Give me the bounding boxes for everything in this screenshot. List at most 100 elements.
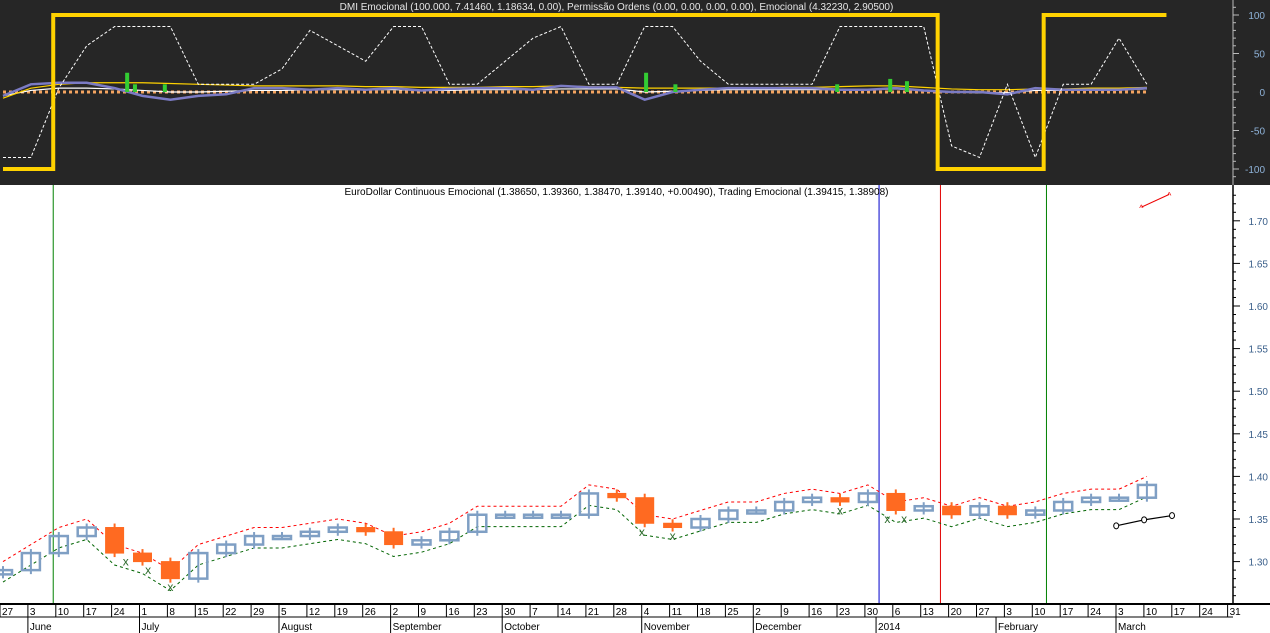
candle-body: [886, 492, 906, 511]
sell-x-marker: x: [884, 512, 890, 526]
sell-x-marker: x: [123, 555, 129, 569]
date-tick-label: 31: [1230, 607, 1242, 618]
date-axis: 27 3 10 17 24 1 8 15 22 29 5 12 19 26 2 9 16 23 30 7 14 21 28 4…: [0, 603, 1270, 633]
price-y-tick-label: 1.45: [1249, 430, 1269, 441]
date-tick-label: 13: [923, 607, 935, 618]
date-tick-label: 20: [951, 607, 963, 618]
date-tick-label: 9: [783, 607, 789, 618]
date-tick-label: 18: [700, 607, 712, 618]
price-y-tick-label: 1.40: [1249, 472, 1269, 483]
trading-circle-marker: [1169, 512, 1176, 520]
y-tick-label: 0: [1259, 88, 1265, 99]
date-tick-label: 27: [979, 607, 991, 618]
candle-body: [942, 505, 962, 516]
month-label: March: [1118, 622, 1146, 633]
date-tick-label: 9: [421, 607, 427, 618]
trading-circle-marker: [1113, 522, 1120, 530]
candle-body: [105, 527, 125, 554]
trading-arrow-marker: ^: [1139, 203, 1144, 213]
month-label: July: [142, 622, 160, 633]
candle-body: [663, 522, 683, 529]
signal-bar: [835, 84, 840, 92]
candle-body: [0, 568, 14, 576]
date-tick-label: 7: [532, 607, 538, 618]
date-tick-label: 27: [2, 607, 14, 618]
candle-body: [607, 492, 627, 499]
price-y-tick-label: 1.30: [1249, 558, 1269, 569]
date-tick-label: 10: [58, 607, 70, 618]
y-tick-label: -100: [1245, 165, 1265, 176]
signal-bar: [644, 72, 649, 92]
price-y-tick-label: 1.70: [1249, 217, 1269, 228]
sell-x-marker: x: [145, 563, 151, 577]
date-tick-label: 4: [644, 607, 650, 618]
date-tick-label: 17: [1062, 607, 1074, 618]
date-tick-label: 17: [1174, 607, 1186, 618]
price-y-tick-label: 1.50: [1249, 387, 1269, 398]
candle-body: [356, 527, 376, 533]
date-tick-label: 6: [895, 607, 901, 618]
candle-body: [830, 497, 850, 503]
date-tick-label: 24: [1202, 607, 1214, 618]
indicator-title: DMI Emocional (100.000, 7.41460, 1.18634…: [339, 2, 894, 13]
date-tick-label: 19: [337, 607, 349, 618]
sell-x-marker: x: [639, 525, 645, 539]
signal-bar: [125, 72, 130, 92]
date-tick-label: 16: [811, 607, 823, 618]
date-tick-label: 3: [30, 607, 36, 618]
trading-circle-marker: [1141, 516, 1148, 524]
indicator-panel: 100 50 0 -50 -100 DMI Emocional (100.000, 7.…: [0, 0, 1270, 185]
month-label: December: [755, 622, 802, 633]
price-panel: 1.70 1.65 1.60 1.55 1.50 1.45 1.40 1.35 1.30 x x x x…: [0, 185, 1270, 603]
date-tick-label: 3: [1118, 607, 1124, 618]
month-label: August: [281, 622, 312, 633]
month-label: February: [998, 622, 1038, 633]
date-tick-label: 21: [588, 607, 600, 618]
date-tick-label: 17: [86, 607, 98, 618]
date-tick-label: 11: [672, 607, 683, 618]
price-y-tick-label: 1.55: [1249, 345, 1269, 356]
candle-body: [635, 497, 655, 524]
date-tick-label: 24: [114, 607, 126, 618]
candle-body: [384, 531, 404, 546]
indicator-plot: 100 50 0 -50 -100: [2, 0, 1266, 185]
date-tick-label: 25: [727, 607, 739, 618]
date-tick-label: 26: [365, 607, 377, 618]
signal-bar: [162, 84, 167, 92]
date-axis-svg: 27 3 10 17 24 1 8 15 22 29 5 12 19 26 2 9 16 23 30 7 14 21 28 4…: [0, 605, 1242, 633]
date-tick-label: 22: [225, 607, 237, 618]
date-tick-label: 30: [867, 607, 879, 618]
sell-x-marker: x: [167, 580, 173, 594]
date-tick-label: 2: [755, 607, 761, 618]
month-label: June: [30, 622, 52, 633]
date-tick-label: 30: [504, 607, 516, 618]
price-title: EuroDollar Continuous Emocional (1.38650…: [344, 187, 889, 198]
price-plot: 1.70 1.65 1.60 1.55 1.50 1.45 1.40 1.35 1.30 x x x x…: [0, 185, 1269, 603]
y-tick-label: -50: [1251, 127, 1266, 138]
month-label: October: [504, 622, 540, 633]
price-y-tick-label: 1.65: [1249, 259, 1269, 270]
date-tick-label: 5: [281, 607, 287, 618]
date-tick-label: 10: [1146, 607, 1158, 618]
date-tick-label: 10: [1034, 607, 1046, 618]
date-tick-label: 15: [197, 607, 209, 618]
date-tick-label: 2: [393, 607, 399, 618]
date-tick-label: 16: [448, 607, 460, 618]
signal-bar: [132, 84, 137, 92]
price-y-tick-label: 1.60: [1249, 302, 1269, 313]
date-tick-label: 24: [1090, 607, 1102, 618]
month-label: September: [393, 622, 443, 633]
month-label: 2014: [878, 622, 901, 633]
date-tick-label: 8: [169, 607, 175, 618]
signal-bar: [888, 78, 893, 92]
date-tick-label: 23: [839, 607, 851, 618]
date-tick-label: 12: [309, 607, 321, 618]
candle-body: [160, 561, 180, 580]
date-tick-label: 14: [560, 607, 572, 618]
date-tick-label: 29: [253, 607, 265, 618]
date-tick-label: 1: [142, 607, 148, 618]
price-y-tick-label: 1.35: [1249, 515, 1269, 526]
sell-x-marker: x: [837, 503, 843, 517]
emocional-yellow-line: [2, 82, 1147, 99]
candle-body: [133, 552, 152, 563]
